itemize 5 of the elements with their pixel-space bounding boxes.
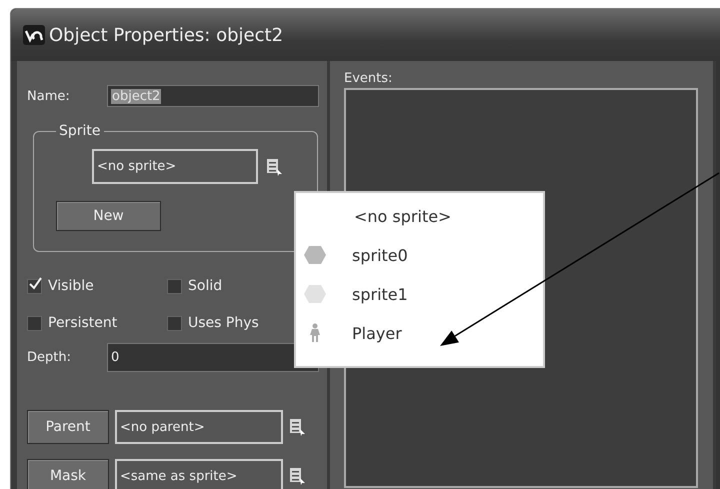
name-label: Name: (27, 88, 71, 104)
events-label: Events: (344, 71, 394, 86)
sprite-legend: Sprite (56, 123, 104, 139)
depth-label: Depth: (27, 350, 72, 365)
window-title: Object Properties: object2 (49, 24, 284, 46)
